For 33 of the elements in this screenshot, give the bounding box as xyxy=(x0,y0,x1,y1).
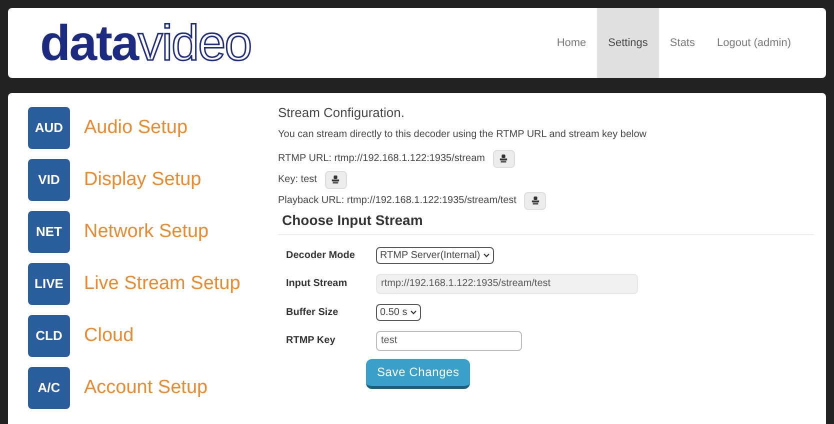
section-badge[interactable]: VID xyxy=(28,159,70,201)
nav-link[interactable]: Stats xyxy=(658,8,706,78)
field-label: RTMP Key xyxy=(286,334,336,348)
logo: datavideo xyxy=(40,18,252,68)
field-label: Input Stream xyxy=(286,277,348,291)
input-field[interactable]: test xyxy=(376,330,522,350)
section-badge[interactable]: LIVE xyxy=(28,263,70,305)
section-badge[interactable]: NET xyxy=(28,211,70,253)
copy-button[interactable] xyxy=(524,192,546,210)
chevron-icon xyxy=(483,252,490,258)
dropdown[interactable]: RTMP Server(Internal) xyxy=(376,246,494,264)
section-title: Stream Configuration. xyxy=(278,104,406,122)
stamp-icon xyxy=(331,175,340,184)
section-badge[interactable]: A/C xyxy=(28,367,70,409)
section-heading: Choose Input Stream xyxy=(278,210,814,234)
info-text: RTMP URL: rtmp://192.168.1.122:1935/stream xyxy=(278,152,485,166)
copy-button[interactable] xyxy=(324,170,347,188)
nav-link[interactable]: Logout (admin) xyxy=(706,8,802,78)
info-text: Key: test xyxy=(278,173,317,187)
section-badge[interactable]: AUD xyxy=(28,107,70,149)
copy-button[interactable] xyxy=(492,150,515,168)
description-text: You can stream directly to this decoder using the RTMP URL and stream key below xyxy=(278,128,648,142)
stamp-icon xyxy=(499,154,508,163)
section-badge[interactable]: CLD xyxy=(28,315,70,357)
field-label: Decoder Mode xyxy=(286,248,356,262)
info-text: Playback URL: rtmp://192.168.1.122:1935/stream/test xyxy=(278,194,516,208)
input-field[interactable]: rtmp://192.168.1.122:1935/stream/test xyxy=(376,274,638,294)
dropdown[interactable]: 0.50 s xyxy=(376,304,422,320)
nav-link[interactable]: Settings xyxy=(597,8,659,78)
field-label: Buffer Size xyxy=(286,306,340,320)
stamp-icon xyxy=(530,196,540,205)
nav-link[interactable]: Home xyxy=(546,8,598,78)
chevron-icon xyxy=(410,310,418,314)
